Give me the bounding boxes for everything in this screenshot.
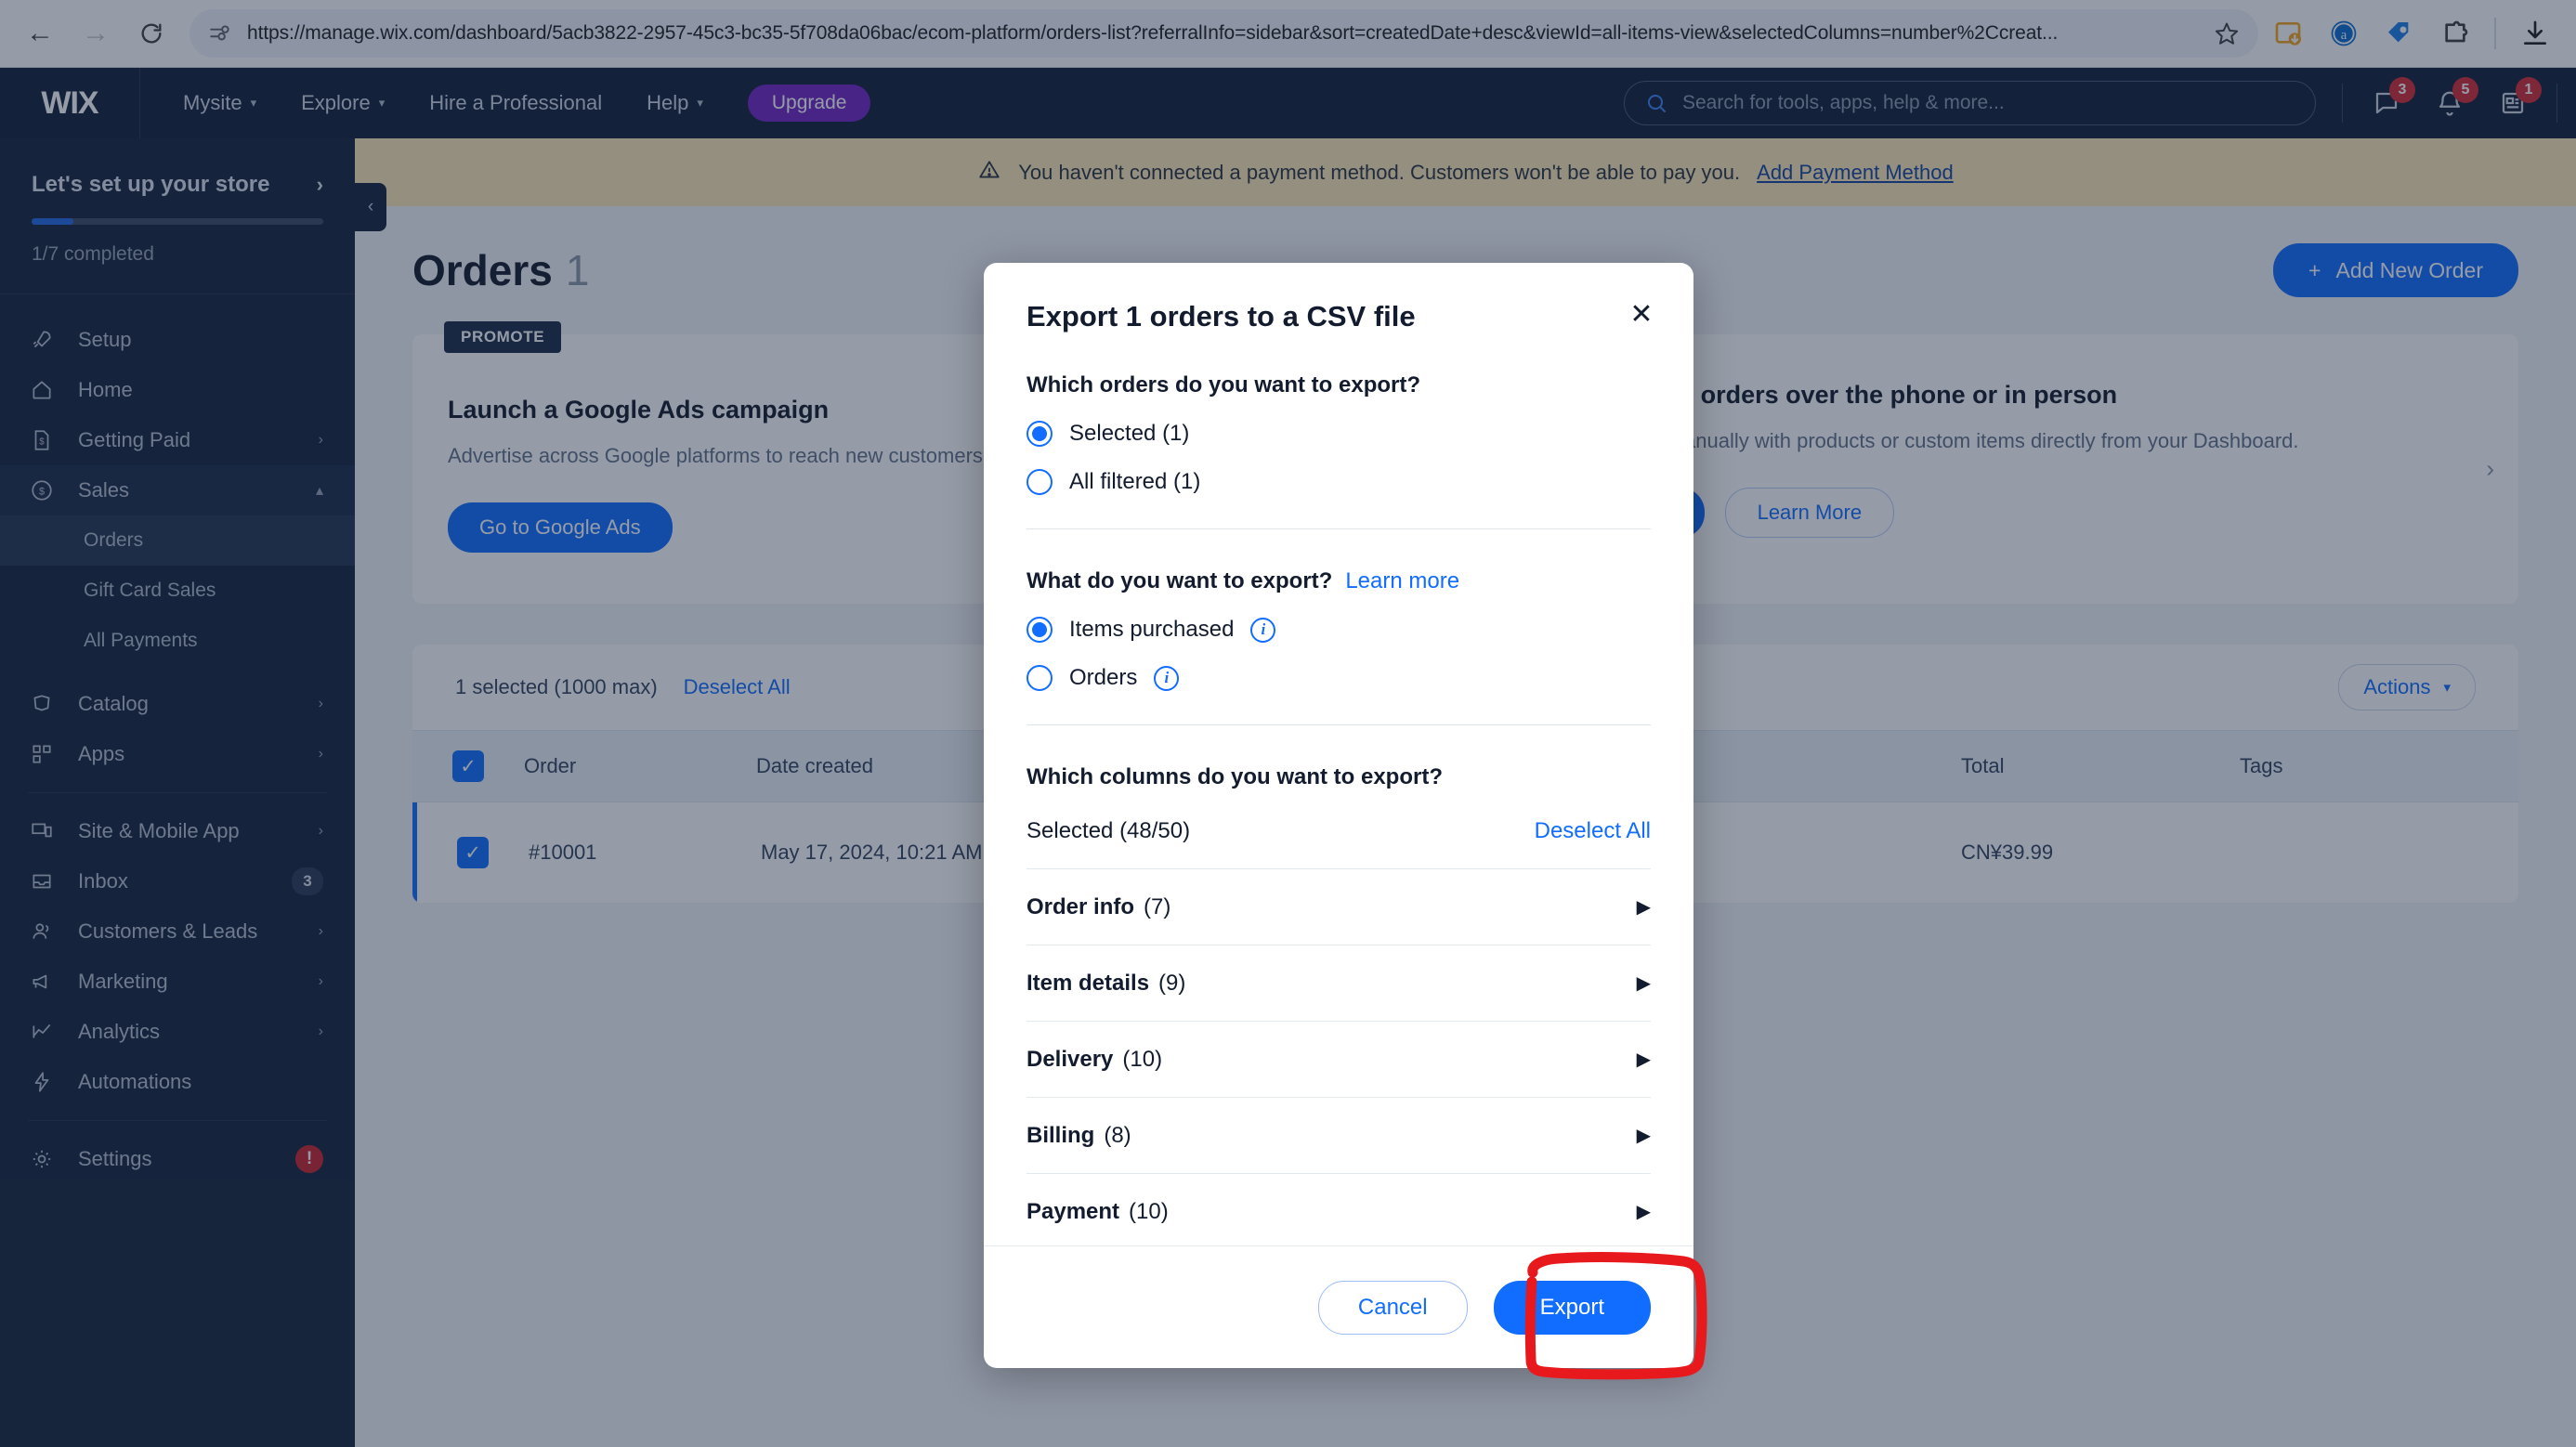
radio-checked-icon — [1026, 421, 1053, 447]
triangle-right-icon: ▶ — [1636, 973, 1651, 994]
radio-option-items-purchased[interactable]: Items purchased i — [1026, 617, 1651, 643]
columns-selection-row: Selected (48/50) Deselect All — [1026, 818, 1651, 844]
radio-label: All filtered (1) — [1069, 469, 1201, 494]
column-groups-accordion: Order info (7) ▶ Item details (9) ▶ Delive… — [1026, 868, 1651, 1245]
accordion-count: (8) — [1104, 1122, 1131, 1148]
accordion-payment[interactable]: Payment (10) ▶ — [1026, 1174, 1651, 1245]
info-icon[interactable]: i — [1250, 617, 1276, 643]
question-label: What do you want to export? — [1026, 568, 1333, 593]
info-icon[interactable]: i — [1154, 665, 1180, 691]
radio-option-orders[interactable]: Orders i — [1026, 665, 1651, 691]
modal-divider — [1026, 724, 1651, 725]
triangle-right-icon: ▶ — [1636, 897, 1651, 918]
cancel-button[interactable]: Cancel — [1317, 1280, 1468, 1335]
question-what-to-export: What do you want to export? Learn more — [1026, 568, 1651, 594]
modal-footer: Cancel Export — [984, 1245, 1693, 1368]
triangle-right-icon: ▶ — [1636, 1202, 1651, 1222]
radio-label: Selected (1) — [1069, 421, 1190, 446]
accordion-count: (7) — [1144, 893, 1171, 919]
accordion-delivery[interactable]: Delivery (10) ▶ — [1026, 1022, 1651, 1098]
accordion-count: (10) — [1122, 1046, 1163, 1072]
question-label: Which columns do you want to export? — [1026, 764, 1443, 789]
radio-option-selected[interactable]: Selected (1) — [1026, 421, 1651, 447]
screen-root: ← → https://manage.wix.com/dashboard/5ac… — [0, 0, 2576, 1447]
radio-label: Orders — [1069, 665, 1138, 690]
accordion-label: Billing — [1026, 1122, 1095, 1148]
radio-label: Items purchased — [1069, 617, 1235, 642]
question-which-orders: Which orders do you want to export? — [1026, 372, 1651, 398]
close-icon[interactable]: ✕ — [1623, 296, 1660, 333]
accordion-label: Delivery — [1026, 1046, 1114, 1072]
triangle-right-icon: ▶ — [1636, 1126, 1651, 1146]
modal-body: Which orders do you want to export? Sele… — [984, 333, 1693, 1245]
modal-header: Export 1 orders to a CSV file ✕ — [984, 263, 1693, 333]
accordion-count: (10) — [1129, 1198, 1169, 1224]
learn-more-link[interactable]: Learn more — [1345, 568, 1459, 594]
radio-unchecked-icon — [1026, 469, 1053, 495]
deselect-all-columns-link[interactable]: Deselect All — [1535, 818, 1651, 844]
radio-checked-icon — [1026, 617, 1053, 643]
accordion-count: (9) — [1158, 970, 1186, 996]
triangle-right-icon: ▶ — [1636, 1049, 1651, 1070]
question-label: Which orders do you want to export? — [1026, 372, 1421, 398]
accordion-label: Payment — [1026, 1198, 1120, 1224]
selected-columns-summary: Selected (48/50) — [1026, 818, 1191, 843]
radio-unchecked-icon — [1026, 665, 1053, 691]
accordion-order-info[interactable]: Order info (7) ▶ — [1026, 869, 1651, 945]
export-button[interactable]: Export — [1493, 1280, 1651, 1335]
accordion-billing[interactable]: Billing (8) ▶ — [1026, 1098, 1651, 1174]
accordion-item-details[interactable]: Item details (9) ▶ — [1026, 945, 1651, 1022]
modal-title: Export 1 orders to a CSV file — [1026, 300, 1416, 332]
export-csv-modal: Export 1 orders to a CSV file ✕ Which or… — [984, 263, 1693, 1368]
accordion-label: Item details — [1026, 970, 1150, 996]
question-which-columns: Which columns do you want to export? — [1026, 764, 1651, 790]
radio-option-all-filtered[interactable]: All filtered (1) — [1026, 469, 1651, 495]
modal-divider — [1026, 528, 1651, 529]
accordion-label: Order info — [1026, 893, 1135, 919]
